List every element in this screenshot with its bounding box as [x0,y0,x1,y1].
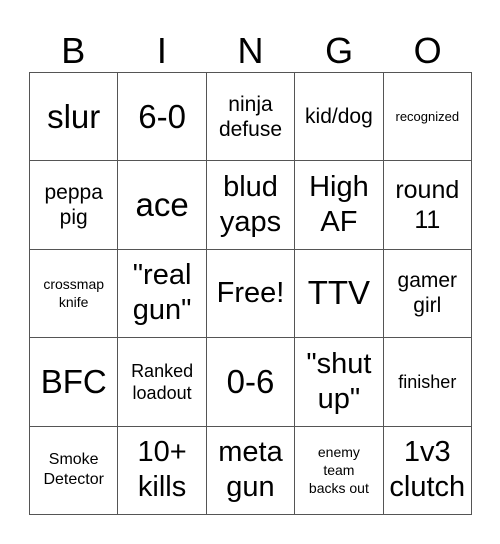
bingo-cell-text: round 11 [395,176,460,235]
header-letter-i: I [156,30,167,71]
bingo-cell[interactable]: recognized [383,73,472,162]
bingo-cell-text: Ranked loadout [131,360,194,403]
header-letter-g: G [325,30,354,71]
bingo-cell[interactable]: High AF [295,161,384,250]
bingo-cell-text: 10+ kills [137,436,187,504]
header-letter-n: N [237,30,264,71]
bingo-cell[interactable]: kid/dog [295,73,384,162]
bingo-cell[interactable]: "real gun" [118,249,207,339]
bingo-cell[interactable]: BFC [30,338,119,427]
bingo-cell[interactable]: finisher [383,338,472,427]
bingo-cell[interactable]: ace [118,161,207,250]
bingo-cell-text: 6-0 [138,97,186,135]
bingo-cell[interactable]: Free! [206,249,296,339]
bingo-cell-text: High AF [309,171,369,239]
bingo-cell[interactable]: Ranked loadout [118,338,207,427]
bingo-header: B I N G O [29,30,472,72]
bingo-cell-text: meta gun [218,436,283,504]
bingo-cell[interactable]: peppa pig [30,161,119,250]
bingo-cell-text: "real gun" [132,259,192,327]
bingo-cell[interactable]: "shut up" [295,338,384,427]
bingo-cell-text: Smoke Detector [43,451,104,489]
bingo-cell[interactable]: round 11 [383,161,472,250]
bingo-cell-text: TTV [307,274,371,312]
bingo-cell-text: gamer girl [397,269,458,318]
bingo-cell[interactable]: TTV [295,249,384,339]
bingo-cell[interactable]: enemy team backs out [295,426,384,515]
bingo-cell-text: recognized [395,108,460,124]
bingo-cell[interactable]: ninja defuse [206,73,296,162]
bingo-cell-text: 0-6 [226,362,275,400]
bingo-cell[interactable]: 1v3 clutch [383,426,472,515]
bingo-cell-text: Free! [216,276,285,309]
bingo-cell-text: slur [47,97,101,135]
bingo-cell[interactable]: meta gun [206,426,296,515]
bingo-cell[interactable]: Smoke Detector [30,426,119,515]
bingo-cell-text: enemy team backs out [308,444,369,497]
bingo-cell-text: peppa pig [44,181,103,230]
bingo-cell-text: BFC [40,362,107,400]
bingo-cell[interactable]: crossmap knife [30,249,119,339]
bingo-cell-text: "shut up" [306,347,372,415]
bingo-cell[interactable]: 10+ kills [118,426,207,515]
header-letter-b: B [61,30,86,71]
bingo-cell[interactable]: slur [30,73,119,162]
bingo-cell[interactable]: 0-6 [206,338,296,427]
header-letter-o: O [413,30,442,71]
bingo-cell-text: ace [135,186,189,224]
bingo-cell[interactable]: blud yaps [206,161,296,250]
bingo-cell-text: crossmap knife [43,276,105,311]
bingo-cell-text: 1v3 clutch [389,436,466,504]
bingo-cell-text: finisher [398,371,457,392]
bingo-cell-text: blud yaps [219,171,282,239]
bingo-grid: slur 6-0 ninja defuse kid/dog recognized pepp… [29,72,472,515]
bingo-cell-text: ninja defuse [218,92,283,141]
bingo-cell-text: kid/dog [305,105,373,129]
bingo-cell[interactable]: 6-0 [118,73,207,162]
bingo-cell[interactable]: gamer girl [383,249,472,339]
